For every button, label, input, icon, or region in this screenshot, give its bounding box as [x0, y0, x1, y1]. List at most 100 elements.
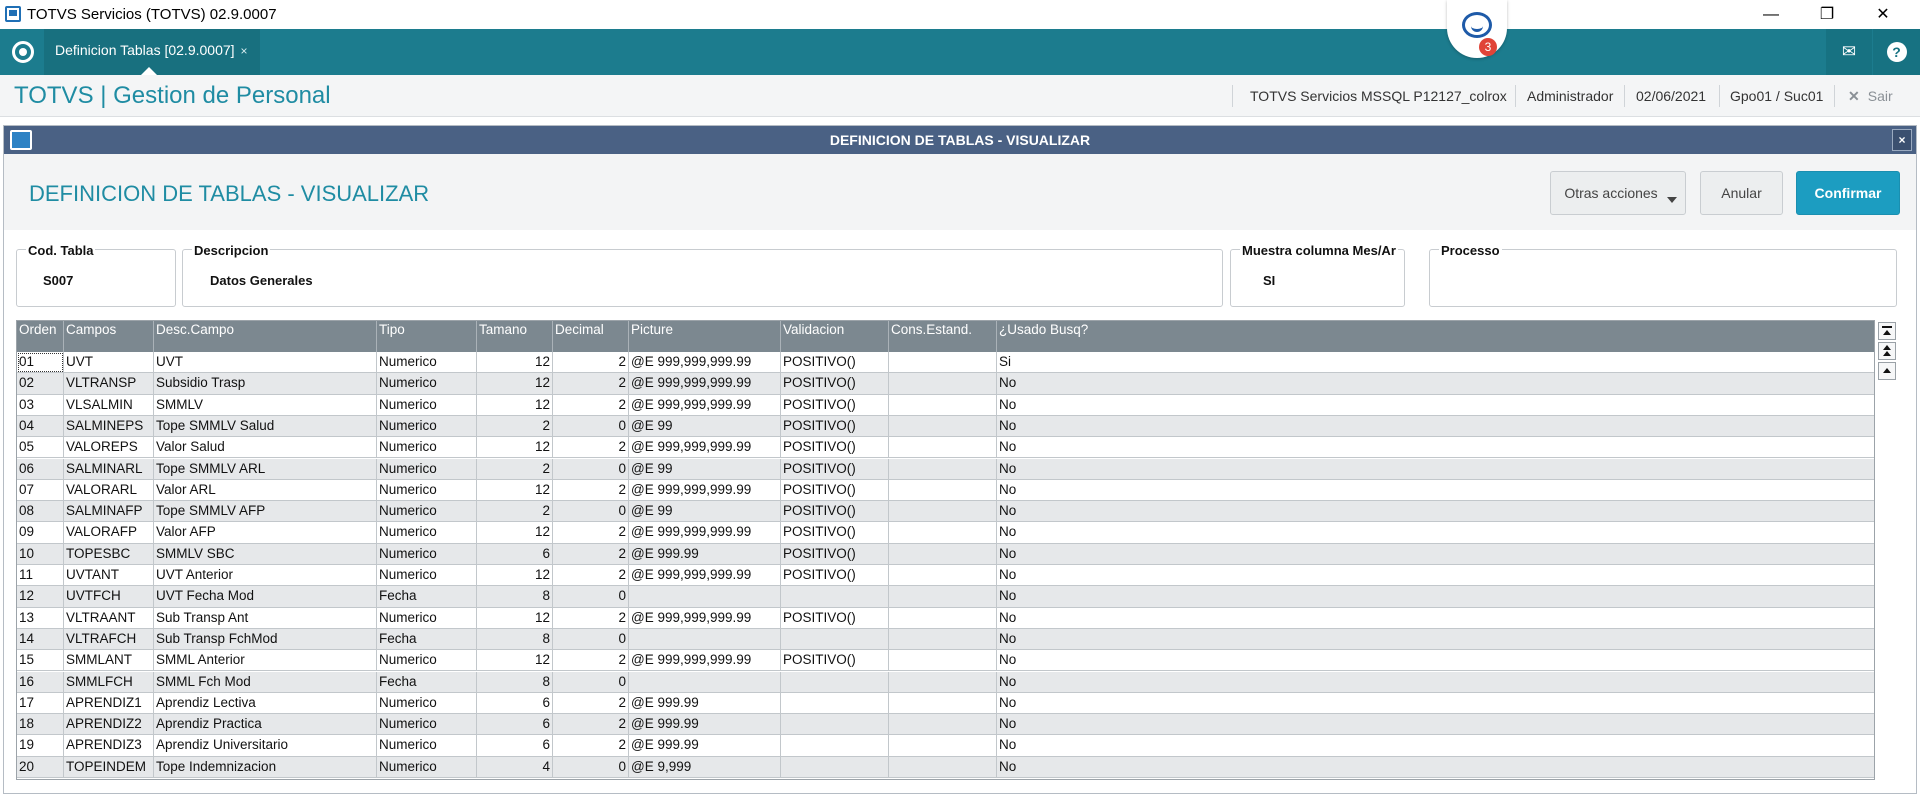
cell-decimal[interactable]: 2	[553, 692, 629, 715]
cell-tipo[interactable]: Numerico	[377, 607, 477, 629]
cell-tamano[interactable]: 12	[477, 479, 553, 502]
table-row[interactable]: 14 VLTRAFCH Sub Transp FchMod Fecha 8 0 No	[17, 628, 1874, 651]
cell-picture[interactable]: @E 9,999	[629, 756, 781, 778]
cell-cons-estand[interactable]	[889, 692, 997, 715]
column-header-usado-busq[interactable]: ¿Usado Busq?	[997, 321, 1874, 352]
cell-cons-estand[interactable]	[889, 565, 997, 587]
column-header-desc-campo[interactable]: Desc.Campo	[154, 321, 377, 352]
exit-button[interactable]: ✕ Sair	[1848, 75, 1893, 117]
column-header-tipo[interactable]: Tipo	[377, 321, 477, 352]
cell-decimal[interactable]: 2	[553, 479, 629, 502]
cell-cons-estand[interactable]	[889, 586, 997, 608]
chat-button[interactable]: 3	[1447, 0, 1507, 58]
cell-picture[interactable]: @E 999,999,999.99	[629, 607, 781, 629]
cell-orden[interactable]: 07	[17, 479, 64, 502]
cell-tamano[interactable]: 12	[477, 522, 553, 544]
cod-tabla-field[interactable]: Cod. Tabla S007	[16, 243, 176, 307]
cell-campos[interactable]: UVTANT	[64, 565, 154, 587]
cell-tipo[interactable]: Numerico	[377, 714, 477, 736]
cell-validacion[interactable]: POSITIVO()	[781, 501, 889, 523]
cell-tamano[interactable]: 2	[477, 501, 553, 523]
minimize-button[interactable]: —	[1748, 0, 1794, 29]
column-header-validacion[interactable]: Validacion	[781, 321, 889, 352]
cell-desc-campo[interactable]: Aprendiz Universitario	[154, 735, 377, 757]
cell-validacion[interactable]	[781, 671, 889, 693]
scroll-to-top-button[interactable]	[1878, 322, 1896, 340]
cell-tamano[interactable]: 8	[477, 628, 553, 651]
cell-usado-busq[interactable]: No	[997, 459, 1874, 480]
cell-cons-estand[interactable]	[889, 628, 997, 651]
cell-campos[interactable]: APRENDIZ2	[64, 714, 154, 736]
table-row[interactable]: 08 SALMINAFP Tope SMMLV AFP Numerico 2 0 @E 99…	[17, 501, 1874, 523]
cell-tamano[interactable]: 8	[477, 671, 553, 693]
cell-picture[interactable]: @E 999,999,999.99	[629, 373, 781, 395]
table-row[interactable]: 03 VLSALMIN SMMLV Numerico 12 2 @E 999,999,999…	[17, 394, 1874, 416]
cell-cons-estand[interactable]	[889, 394, 997, 416]
cell-tamano[interactable]: 6	[477, 543, 553, 565]
cell-picture[interactable]: @E 999.99	[629, 692, 781, 715]
cell-orden[interactable]: 16	[17, 671, 64, 693]
more-actions-button[interactable]: Otras acciones	[1550, 171, 1686, 215]
cell-campos[interactable]: SMMLFCH	[64, 671, 154, 693]
cell-decimal[interactable]: 2	[553, 735, 629, 757]
cell-orden[interactable]: 08	[17, 501, 64, 523]
cell-tamano[interactable]: 2	[477, 458, 553, 480]
cell-tipo[interactable]: Numerico	[377, 501, 477, 523]
help-button[interactable]: ?	[1873, 29, 1920, 75]
cell-cons-estand[interactable]	[889, 714, 997, 736]
cell-campos[interactable]: SALMINARL	[64, 458, 154, 480]
cell-tipo[interactable]: Numerico	[377, 437, 477, 459]
cell-usado-busq[interactable]: No	[997, 480, 1874, 501]
cell-campos[interactable]: VLTRAANT	[64, 607, 154, 629]
cell-tipo[interactable]: Numerico	[377, 479, 477, 502]
cell-orden[interactable]: 15	[17, 650, 64, 672]
cell-cons-estand[interactable]	[889, 458, 997, 480]
cell-picture[interactable]: @E 999,999,999.99	[629, 650, 781, 672]
cell-orden[interactable]: 06	[17, 458, 64, 480]
cell-usado-busq[interactable]: No	[997, 672, 1874, 693]
cell-desc-campo[interactable]: UVT	[154, 352, 377, 374]
cell-picture[interactable]: @E 999,999,999.99	[629, 352, 781, 374]
cell-decimal[interactable]: 2	[553, 607, 629, 629]
cell-orden[interactable]: 13	[17, 607, 64, 629]
cell-validacion[interactable]: POSITIVO()	[781, 607, 889, 629]
cell-orden[interactable]: 02	[17, 373, 64, 395]
cell-campos[interactable]: UVT	[64, 352, 154, 374]
cell-validacion[interactable]: POSITIVO()	[781, 565, 889, 587]
cell-usado-busq[interactable]: No	[997, 395, 1874, 416]
cell-cons-estand[interactable]	[889, 756, 997, 778]
cell-tipo[interactable]: Numerico	[377, 692, 477, 715]
cell-usado-busq[interactable]: No	[997, 629, 1874, 650]
descripcion-field[interactable]: Descripcion Datos Generales	[182, 243, 1223, 307]
cell-validacion[interactable]: POSITIVO()	[781, 650, 889, 672]
cell-campos[interactable]: VLTRAFCH	[64, 628, 154, 651]
cell-usado-busq[interactable]: No	[997, 565, 1874, 586]
cell-tipo[interactable]: Numerico	[377, 415, 477, 438]
cell-orden[interactable]: 17	[17, 692, 64, 715]
cell-campos[interactable]: UVTFCH	[64, 586, 154, 608]
cell-campos[interactable]: SALMINEPS	[64, 415, 154, 438]
cell-desc-campo[interactable]: SMML Anterior	[154, 650, 377, 672]
cell-orden[interactable]: 03	[17, 394, 64, 416]
cell-tamano[interactable]: 12	[477, 607, 553, 629]
cell-tipo[interactable]: Numerico	[377, 543, 477, 565]
cell-cons-estand[interactable]	[889, 479, 997, 502]
cell-desc-campo[interactable]: Valor AFP	[154, 522, 377, 544]
cell-cons-estand[interactable]	[889, 650, 997, 672]
column-header-tamano[interactable]: Tamano	[477, 321, 553, 352]
cell-tipo[interactable]: Numerico	[377, 458, 477, 480]
cell-decimal[interactable]: 2	[553, 352, 629, 374]
cell-campos[interactable]: VALOREPS	[64, 437, 154, 459]
cell-decimal[interactable]: 0	[553, 458, 629, 480]
cell-desc-campo[interactable]: Sub Transp Ant	[154, 607, 377, 629]
cell-validacion[interactable]: POSITIVO()	[781, 522, 889, 544]
cell-validacion[interactable]	[781, 628, 889, 651]
cell-usado-busq[interactable]: No	[997, 501, 1874, 522]
cell-cons-estand[interactable]	[889, 543, 997, 565]
maximize-button[interactable]: ❐	[1804, 0, 1850, 29]
cell-picture[interactable]: @E 999,999,999.99	[629, 565, 781, 587]
column-header-decimal[interactable]: Decimal	[553, 321, 629, 352]
cell-usado-busq[interactable]: No	[997, 437, 1874, 458]
cell-orden[interactable]: 01	[17, 352, 64, 374]
cell-tamano[interactable]: 12	[477, 394, 553, 416]
